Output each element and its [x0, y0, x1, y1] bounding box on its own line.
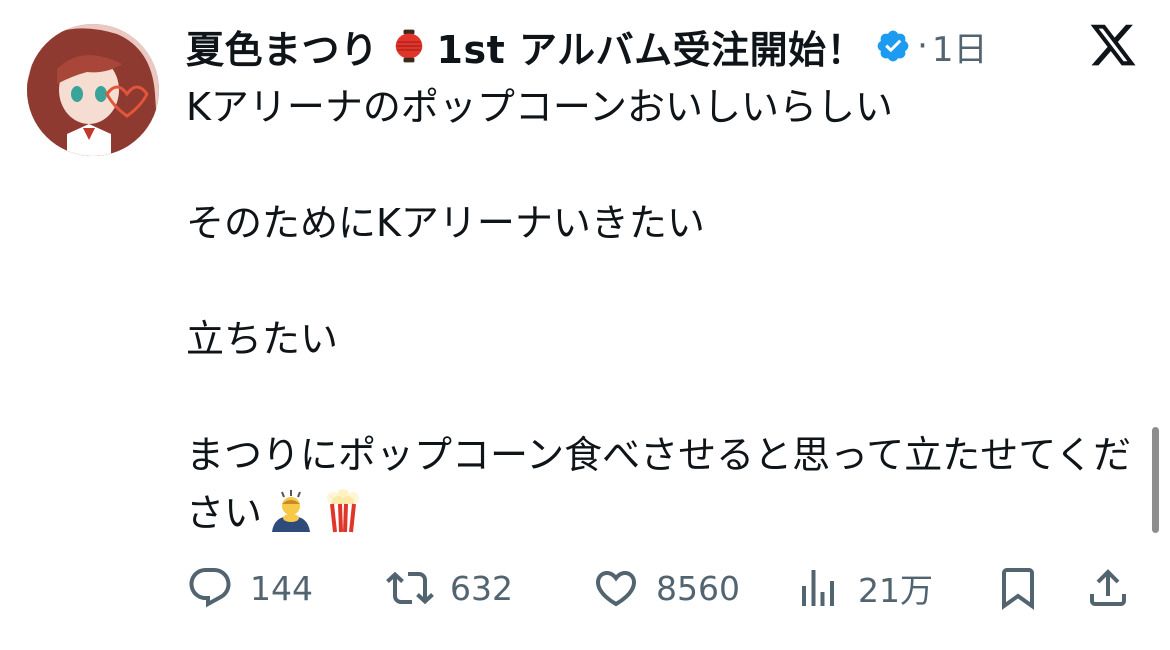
post-text: Kアリーナのポップコーンおいしいらしい そのためにKアリーナいきたい 立ちたい … [186, 85, 1132, 535]
avatar-illustration [27, 24, 159, 156]
reply-button[interactable]: 144 [186, 560, 313, 616]
views-bar-chart-icon [802, 570, 834, 606]
person-bowing-emoji-icon [272, 490, 311, 532]
author-name[interactable]: 夏色まつり [186, 19, 379, 74]
verified-badge-icon[interactable] [875, 28, 911, 64]
red-lantern-emoji-icon [395, 29, 422, 63]
post-header: 夏色まつり 1st アルバム受注開始！ · 1日 [186, 18, 988, 74]
reply-icon [189, 568, 231, 608]
views-count: 21万 [858, 571, 933, 610]
share-button[interactable] [1084, 560, 1132, 616]
repost-button[interactable]: 632 [386, 560, 513, 616]
heart-icon [595, 571, 637, 607]
post-actions: 144 632 8560 21万 [186, 560, 1146, 616]
views-button[interactable]: 21万 [794, 560, 933, 616]
like-count: 8560 [656, 568, 740, 608]
author-tag[interactable]: 1st アルバム受注開始！ [437, 19, 866, 74]
share-upload-icon [1090, 569, 1126, 606]
scrollbar-thumb[interactable] [1152, 427, 1159, 533]
separator-dot: · [917, 26, 928, 66]
author-avatar[interactable] [27, 24, 159, 156]
x-logo-icon[interactable] [1088, 20, 1138, 70]
post-body: Kアリーナのポップコーンおいしいらしい そのためにKアリーナいきたい 立ちたい … [186, 78, 1136, 542]
bookmark-icon [1002, 568, 1034, 610]
repost-icon [386, 571, 434, 605]
repost-count: 632 [450, 568, 513, 608]
reply-count: 144 [250, 568, 313, 608]
like-button[interactable]: 8560 [592, 560, 740, 616]
bookmark-button[interactable] [994, 560, 1042, 616]
popcorn-emoji-icon [327, 489, 360, 533]
post-timestamp[interactable]: 1日 [932, 22, 988, 71]
